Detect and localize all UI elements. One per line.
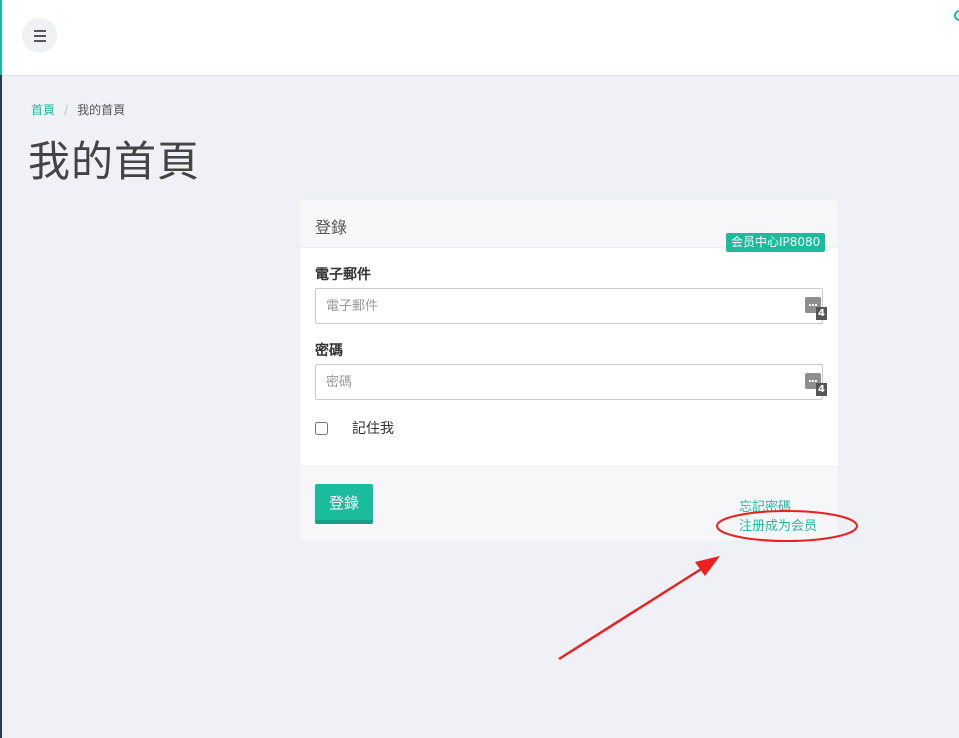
member-center-badge: 会员中心IP8080 [726, 233, 826, 252]
annotation-arrow-shaft [558, 564, 707, 661]
password-field[interactable] [315, 364, 823, 400]
forgot-password-link[interactable]: 忘記密碼 [739, 496, 791, 515]
remember-me-row: 記住我 [315, 418, 394, 438]
breadcrumb-current: 我的首頁 [77, 103, 126, 117]
email-field[interactable] [315, 288, 823, 324]
breadcrumb-home-link[interactable]: 首頁 [31, 101, 55, 118]
remember-me-label[interactable]: 記住我 [352, 418, 394, 438]
login-button[interactable]: 登錄 [315, 484, 373, 524]
annotation-arrow-head [695, 556, 720, 576]
password-label: 密碼 [315, 343, 343, 359]
password-manager-count: 4 [816, 383, 827, 396]
password-field-wrapper: 4 [315, 364, 827, 400]
left-edge-strip [0, 0, 2, 738]
hamburger-menu-icon [33, 28, 46, 43]
login-card-header: 登錄 会员中心IP8080 [300, 200, 838, 252]
register-link[interactable]: 注册成为会员 [739, 515, 817, 534]
login-card-title: 登錄 [315, 218, 348, 237]
login-card: 登錄 会员中心IP8080 電子郵件 4 密碼 4 記住我 登錄 忘記密碼 注册… [300, 200, 838, 541]
password-manager-count: 4 [816, 307, 827, 320]
breadcrumb: 首頁 / 我的首頁 [31, 101, 125, 118]
page-title: 我的首頁 [28, 137, 201, 186]
hamburger-menu-button[interactable] [22, 18, 57, 53]
status-indicator-icon [954, 10, 959, 21]
top-navbar [2, 0, 959, 76]
login-card-footer: 登錄 忘記密碼 注册成为会员 [300, 466, 838, 541]
remember-me-checkbox[interactable] [315, 421, 328, 435]
email-label: 電子郵件 [315, 267, 371, 283]
email-field-wrapper: 4 [315, 288, 827, 324]
breadcrumb-separator: / [64, 102, 69, 117]
